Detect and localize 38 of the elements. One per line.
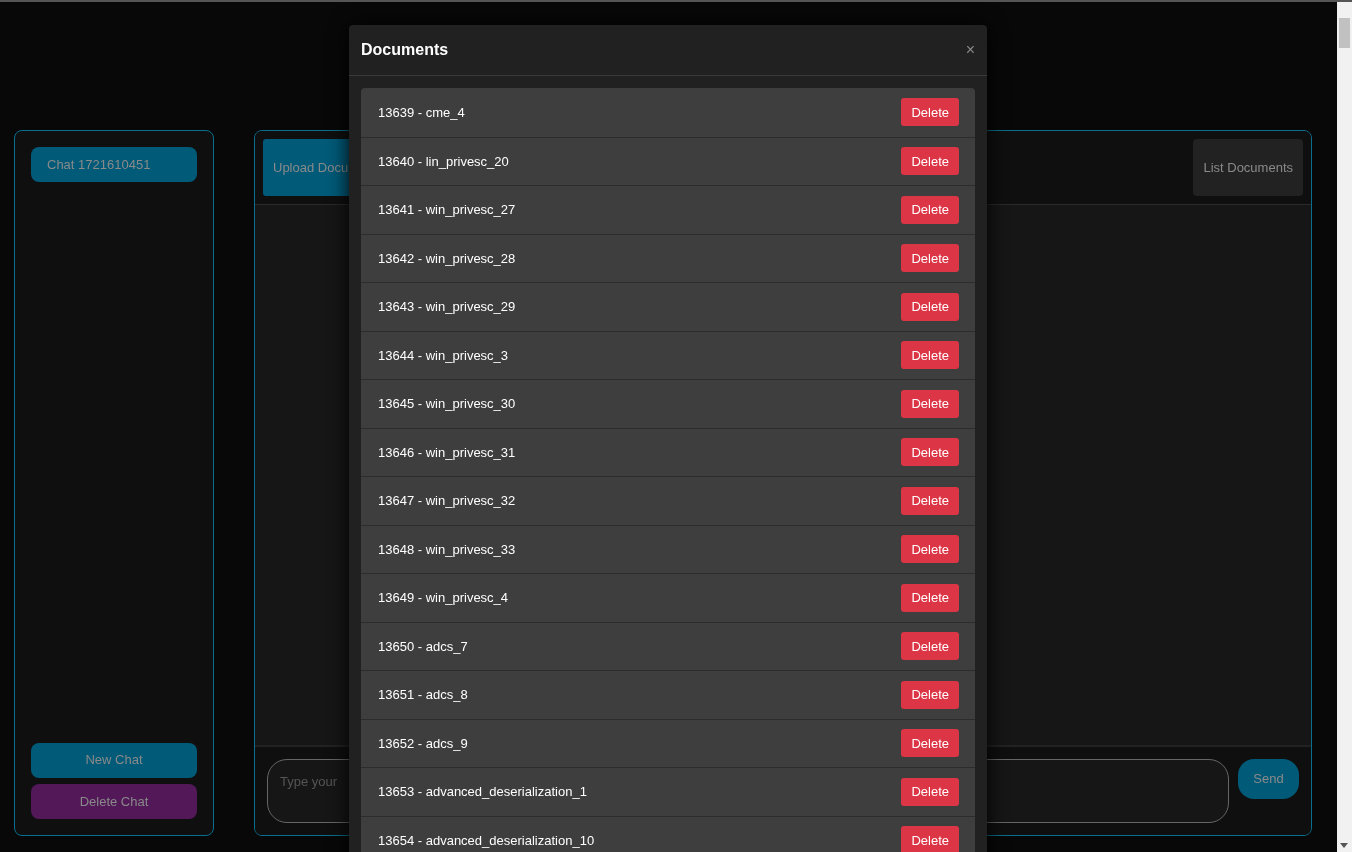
document-name: 13652 - adcs_9 bbox=[378, 734, 468, 753]
send-button[interactable]: Send bbox=[1238, 759, 1299, 799]
list-documents-button[interactable]: List Documents bbox=[1193, 139, 1303, 196]
delete-button[interactable]: Delete bbox=[901, 292, 959, 321]
delete-button[interactable]: Delete bbox=[901, 583, 959, 612]
document-name: 13643 - win_privesc_29 bbox=[378, 298, 516, 316]
delete-button[interactable]: Delete bbox=[901, 195, 959, 224]
document-name: 13648 - win_privesc_33 bbox=[378, 540, 516, 559]
delete-button[interactable]: Delete bbox=[901, 341, 959, 370]
document-name: 13649 - win_privesc_4 bbox=[378, 589, 509, 607]
document-name: 13639 - cme_4 bbox=[378, 103, 465, 122]
scrollbar[interactable] bbox=[1337, 2, 1352, 852]
delete-button[interactable]: Delete bbox=[901, 632, 959, 661]
delete-chat-button[interactable]: Delete Chat bbox=[31, 784, 197, 819]
delete-button[interactable]: Delete bbox=[901, 680, 959, 709]
delete-button[interactable]: Delete bbox=[901, 438, 959, 467]
delete-button[interactable]: Delete bbox=[901, 826, 959, 852]
document-name: 13646 - win_privesc_31 bbox=[378, 443, 516, 462]
document-name: 13645 - win_privesc_30 bbox=[378, 395, 516, 413]
document-name: 13641 - win_privesc_27 bbox=[378, 201, 516, 219]
document-name: 13653 - advanced_deserialization_1 bbox=[378, 783, 587, 801]
document-name: 13642 - win_privesc_28 bbox=[378, 249, 516, 268]
document-name: 13654 - advanced_deserialization_10 bbox=[378, 831, 595, 850]
new-chat-button[interactable]: New Chat bbox=[31, 742, 197, 778]
close-button[interactable]: × bbox=[965, 42, 975, 58]
delete-button[interactable]: Delete bbox=[901, 777, 959, 806]
delete-button[interactable]: Delete bbox=[901, 535, 959, 564]
delete-button[interactable]: Delete bbox=[901, 486, 959, 515]
document-name: 13647 - win_privesc_32 bbox=[378, 492, 516, 510]
modal-title: Documents bbox=[361, 40, 449, 60]
delete-button[interactable]: Delete bbox=[901, 729, 959, 758]
delete-button[interactable]: Delete bbox=[901, 244, 959, 273]
document-name: 13644 - win_privesc_3 bbox=[378, 346, 509, 365]
delete-button[interactable]: Delete bbox=[901, 389, 959, 418]
delete-button[interactable]: Delete bbox=[901, 98, 959, 127]
document-name: 13650 - adcs_7 bbox=[378, 637, 468, 656]
delete-button[interactable]: Delete bbox=[901, 147, 959, 176]
document-name: 13651 - adcs_8 bbox=[378, 686, 468, 704]
